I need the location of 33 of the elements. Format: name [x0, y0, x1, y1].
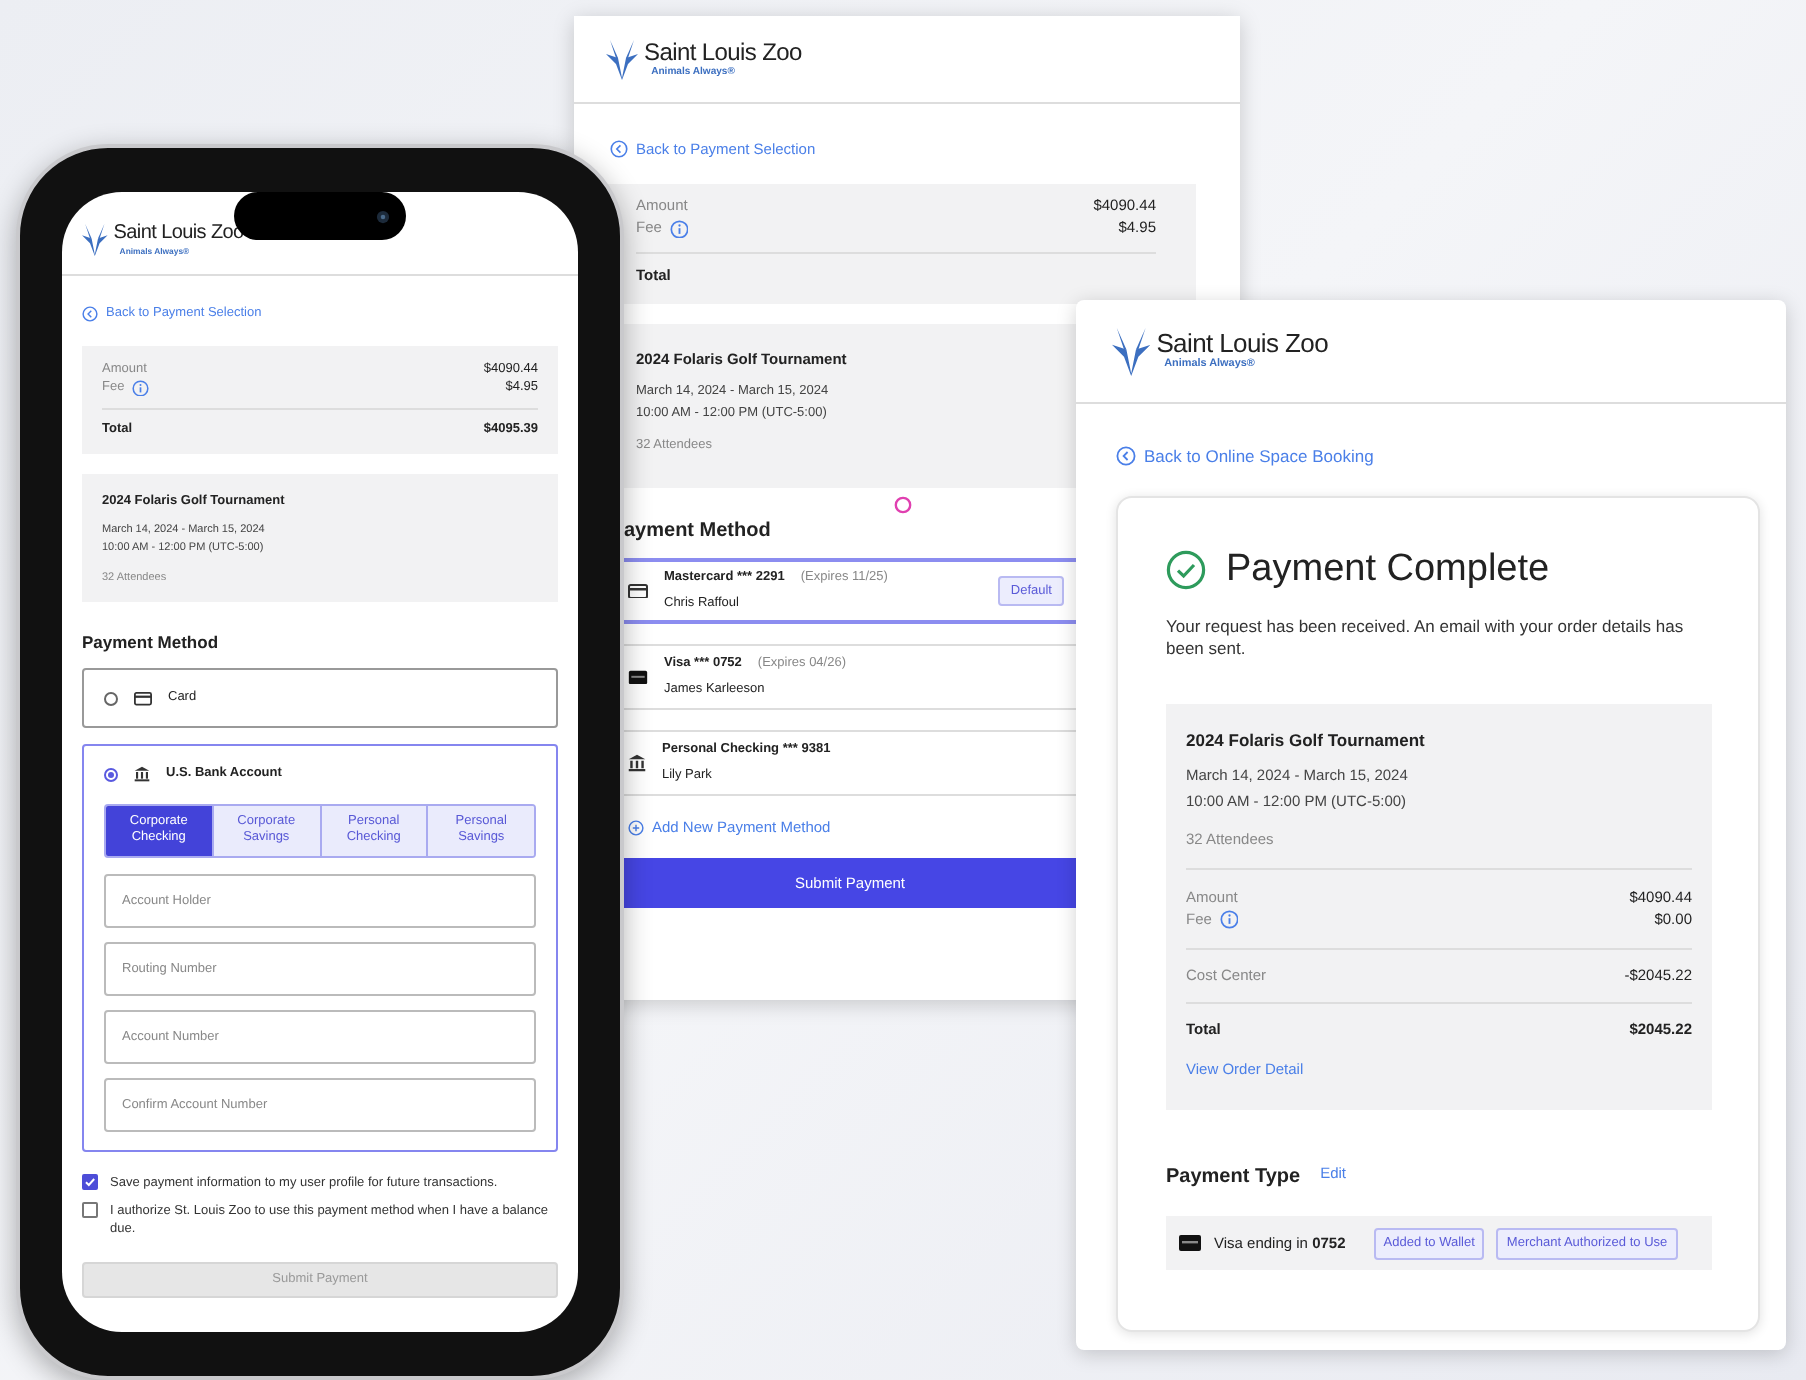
- card-icon: [628, 669, 648, 685]
- back-icon: [610, 140, 628, 159]
- card-icon: [134, 691, 152, 706]
- logo-text: Saint Louis Zoo: [644, 39, 802, 64]
- bank-icon: [134, 766, 150, 783]
- cursor-ring-icon: [894, 496, 912, 514]
- section-heading: Payment Method: [82, 629, 221, 655]
- info-icon: [132, 379, 150, 397]
- section-heading: ayment Method: [624, 517, 773, 546]
- section-heading: Payment Type: [1166, 1164, 1301, 1193]
- page-title: Payment Complete: [1226, 545, 1550, 594]
- bank-icon: [628, 753, 646, 772]
- back-icon: [82, 305, 98, 322]
- check-circle-icon: [1166, 550, 1206, 590]
- radio-button[interactable]: [104, 691, 118, 706]
- checkbox[interactable]: [82, 1201, 98, 1218]
- checkmark-icon: [84, 1175, 96, 1188]
- card-icon: [1178, 1234, 1202, 1253]
- confirmation-message: Your request has been received. An email with your order details has been sent.: [1166, 616, 1686, 661]
- back-icon: [1116, 446, 1136, 467]
- antelope-logo-icon: [1112, 327, 1151, 375]
- event-title: 2024 Folaris Golf Tournament: [1186, 728, 1427, 755]
- radio-button[interactable]: [104, 767, 118, 782]
- info-icon: [669, 219, 689, 239]
- info-icon: [1219, 910, 1239, 930]
- camera-icon: [376, 209, 390, 223]
- plus-circle-icon: [628, 819, 644, 835]
- back-link[interactable]: Back to Online Space Booking: [1116, 444, 1374, 470]
- antelope-logo-icon: [82, 224, 108, 257]
- card-icon: [628, 583, 648, 599]
- checkbox[interactable]: [82, 1173, 98, 1190]
- logo-text: Saint Louis Zoo: [1156, 330, 1329, 357]
- antelope-logo-icon: [606, 39, 638, 79]
